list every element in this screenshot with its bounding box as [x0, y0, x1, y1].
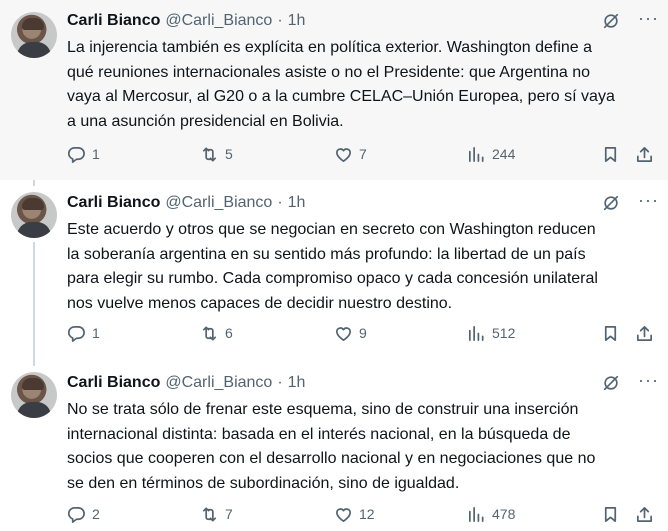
reply-icon	[67, 506, 85, 523]
author-handle[interactable]: @Carli_Bianco	[165, 374, 272, 392]
timestamp[interactable]: 1h	[288, 194, 306, 212]
author-handle[interactable]: @Carli_Bianco	[165, 12, 272, 30]
reply-button[interactable]: 1	[67, 324, 100, 343]
bookmark-icon	[604, 146, 617, 162]
grok-icon[interactable]	[602, 374, 620, 392]
like-icon	[335, 147, 352, 162]
share-button[interactable]	[635, 145, 654, 164]
bookmark-icon	[604, 506, 617, 522]
share-icon	[636, 506, 653, 522]
like-button[interactable]: 12	[334, 505, 375, 524]
author-name[interactable]: Carli Bianco	[67, 374, 160, 392]
tweet-header: Carli Bianco @Carli_Bianco · 1h ···	[67, 371, 658, 394]
repost-count: 6	[225, 325, 233, 341]
like-icon	[335, 507, 352, 522]
share-icon	[636, 325, 653, 341]
repost-button[interactable]: 6	[200, 324, 233, 343]
tweet-header: Carli Bianco @Carli_Bianco · 1h ···	[67, 191, 658, 214]
repost-icon	[202, 146, 217, 162]
reply-count: 2	[92, 506, 100, 522]
reply-button[interactable]: 2	[67, 505, 100, 524]
like-count: 7	[359, 146, 367, 162]
separator: ·	[277, 12, 283, 29]
tweet-text: No se trata sólo de frenar este esquema,…	[67, 401, 596, 492]
views-icon	[468, 506, 484, 522]
tweet-header: Carli Bianco @Carli_Bianco · 1h ···	[67, 9, 658, 32]
repost-icon	[202, 506, 217, 522]
views-button[interactable]: 512	[467, 324, 515, 343]
timestamp[interactable]: 1h	[288, 374, 306, 392]
more-icon[interactable]: ···	[638, 9, 658, 29]
like-count: 9	[359, 325, 367, 341]
views-icon	[468, 146, 484, 162]
tweet[interactable]: Carli Bianco @Carli_Bianco · 1h ··· La i…	[0, 0, 668, 180]
like-button[interactable]: 7	[334, 145, 367, 164]
separator: ·	[277, 374, 283, 391]
author-handle[interactable]: @Carli_Bianco	[165, 194, 272, 212]
repost-count: 5	[225, 146, 233, 162]
reply-icon	[67, 146, 85, 163]
share-button[interactable]	[635, 324, 654, 343]
reply-count: 1	[92, 146, 100, 162]
share-button[interactable]	[635, 505, 654, 524]
more-icon[interactable]: ···	[638, 371, 658, 391]
grok-icon[interactable]	[602, 194, 620, 212]
avatar[interactable]	[11, 12, 57, 58]
reply-count: 1	[92, 325, 100, 341]
repost-icon	[202, 325, 217, 341]
tweet-text: Este acuerdo y otros que se negocian en …	[67, 221, 598, 312]
avatar[interactable]	[11, 372, 57, 418]
tweet[interactable]: Carli Bianco @Carli_Bianco · 1h ··· No s…	[0, 360, 668, 531]
tweet-text: La injerencia también es explícita en po…	[67, 39, 615, 130]
repost-button[interactable]: 5	[200, 145, 233, 164]
avatar[interactable]	[11, 192, 57, 238]
bookmark-button[interactable]	[601, 505, 620, 524]
timestamp[interactable]: 1h	[288, 12, 306, 30]
like-button[interactable]: 9	[334, 324, 367, 343]
views-button[interactable]: 244	[467, 145, 515, 164]
share-icon	[636, 146, 653, 162]
separator: ·	[277, 194, 283, 211]
bookmark-button[interactable]	[601, 145, 620, 164]
author-name[interactable]: Carli Bianco	[67, 12, 160, 30]
reply-icon	[67, 325, 85, 342]
repost-button[interactable]: 7	[200, 505, 233, 524]
repost-count: 7	[225, 506, 233, 522]
tweet[interactable]: Carli Bianco @Carli_Bianco · 1h ··· Este…	[0, 180, 668, 360]
views-count: 478	[492, 506, 516, 522]
bookmark-icon	[604, 325, 617, 341]
views-button[interactable]: 478	[467, 505, 515, 524]
bookmark-button[interactable]	[601, 324, 620, 343]
reply-button[interactable]: 1	[67, 145, 100, 164]
more-icon[interactable]: ···	[638, 191, 658, 211]
views-count: 512	[492, 325, 516, 341]
author-name[interactable]: Carli Bianco	[67, 194, 160, 212]
grok-icon[interactable]	[602, 12, 620, 30]
views-count: 244	[492, 146, 516, 162]
views-icon	[468, 325, 484, 341]
like-count: 12	[359, 506, 375, 522]
like-icon	[335, 326, 352, 341]
